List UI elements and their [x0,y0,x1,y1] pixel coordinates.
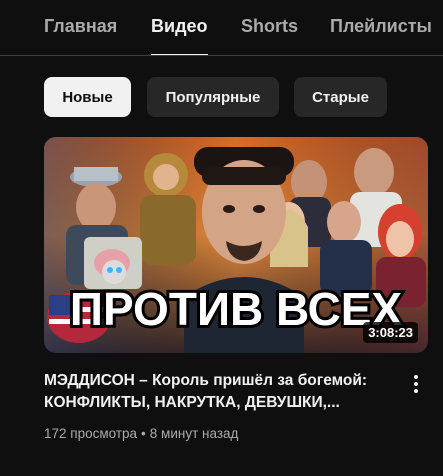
video-title-line1: МЭДДИСОН – Король пришёл за богемой: [44,372,368,389]
meta-separator: • [141,426,146,441]
tab-playlists[interactable]: Плейлисты [330,16,432,55]
thumbnail-title: ПРОТИВ ВСЕХ [70,283,402,335]
tab-shorts[interactable]: Shorts [241,16,299,55]
filter-popular-label: Популярные [165,88,261,106]
filter-oldest-chip[interactable]: Старые [294,77,387,117]
video-thumbnail[interactable]: ПРОТИВ ВСЕХ ПРОТИВ ВСЕХ 3:08:23 [44,137,428,353]
tab-playlists-label: Плейлисты [330,16,432,36]
video-duration-badge: 3:08:23 [363,322,418,343]
filter-newest-label: Новые [62,88,113,106]
tab-videos-label: Видео [151,16,208,36]
tab-home[interactable]: Главная [44,16,118,55]
video-metadata: 172 просмотра • 8 минут назад [44,426,238,441]
view-count: 172 просмотра [44,426,138,441]
channel-tabs: Главная Видео Shorts Плейлисты [0,0,443,56]
filter-oldest-label: Старые [312,88,369,106]
tab-home-label: Главная [44,16,118,36]
video-title-line2: КОНФЛИКТЫ, НАКРУТКА, ДЕВУШКИ,... [44,394,340,411]
filter-popular-chip[interactable]: Популярные [147,77,279,117]
tab-videos[interactable]: Видео [151,16,208,55]
more-vertical-icon[interactable] [404,370,428,398]
upload-time: 8 минут назад [149,426,239,441]
active-tab-indicator [151,54,208,55]
filter-newest-chip[interactable]: Новые [44,77,131,117]
thumbnail-image: ПРОТИВ ВСЕХ ПРОТИВ ВСЕХ [44,137,428,353]
video-title[interactable]: МЭДДИСОН – Король пришёл за богемой: КОН… [44,370,400,414]
tab-shorts-label: Shorts [241,16,299,36]
